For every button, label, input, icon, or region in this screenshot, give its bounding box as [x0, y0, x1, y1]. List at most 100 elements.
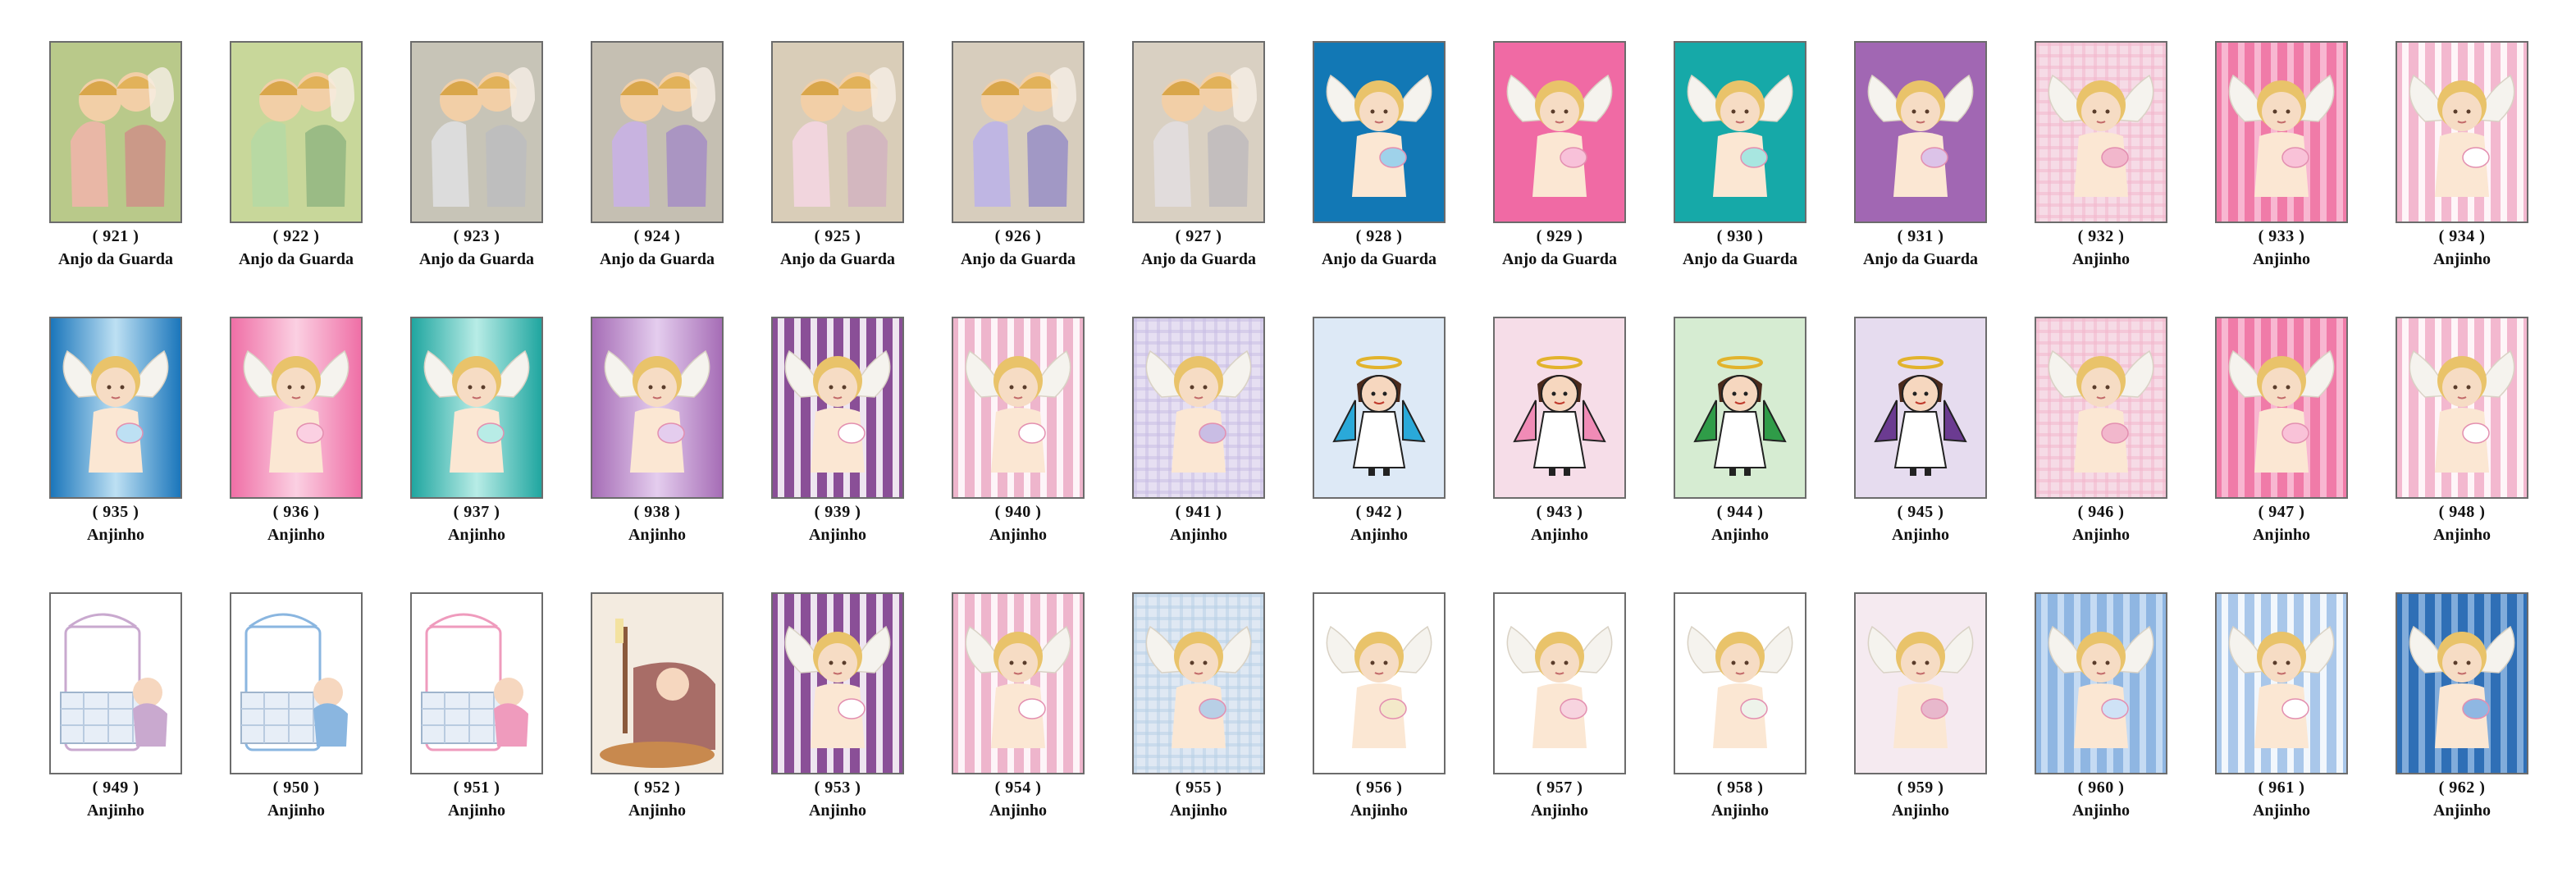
angel-image[interactable] [1854, 317, 1987, 499]
catalog-card[interactable]: ( 933 ) Anjinho [2215, 41, 2348, 268]
angel-image[interactable] [591, 41, 724, 223]
angel-image[interactable] [2396, 41, 2528, 223]
angel-image[interactable] [230, 41, 363, 223]
catalog-card[interactable]: ( 930 ) Anjo da Guarda [1674, 41, 1806, 268]
angel-image[interactable] [1674, 317, 1806, 499]
catalog-card[interactable]: ( 947 ) Anjinho [2215, 317, 2348, 544]
angel-image[interactable] [591, 592, 724, 774]
angel-image[interactable] [1854, 41, 1987, 223]
item-name: Anjinho [628, 802, 687, 820]
catalog-card[interactable]: ( 928 ) Anjo da Guarda [1313, 41, 1446, 268]
catalog-card[interactable]: ( 941 ) Anjinho [1132, 317, 1265, 544]
catalog-card[interactable]: ( 929 ) Anjo da Guarda [1493, 41, 1626, 268]
item-name: Anjinho [1710, 526, 1770, 544]
angel-image[interactable] [1493, 41, 1626, 223]
angel-image[interactable] [2396, 592, 2528, 774]
catalog-card[interactable]: ( 926 ) Anjo da Guarda [952, 41, 1085, 268]
catalog-card[interactable]: ( 950 ) Anjinho [230, 592, 363, 820]
angel-image[interactable] [2215, 592, 2348, 774]
angel-image[interactable] [1674, 592, 1806, 774]
catalog-card[interactable]: ( 946 ) Anjinho [2035, 317, 2167, 544]
item-number: ( 949 ) [92, 779, 139, 797]
angel-image[interactable] [591, 317, 724, 499]
catalog-card[interactable]: ( 927 ) Anjo da Guarda [1132, 41, 1265, 268]
angel-image[interactable] [2215, 41, 2348, 223]
catalog-card[interactable]: ( 942 ) Anjinho [1313, 317, 1446, 544]
item-number: ( 935 ) [92, 503, 139, 521]
catalog-card[interactable]: ( 936 ) Anjinho [230, 317, 363, 544]
angel-image[interactable] [1493, 317, 1626, 499]
angel-image[interactable] [1313, 41, 1446, 223]
catalog-card[interactable]: ( 943 ) Anjinho [1493, 317, 1626, 544]
angel-image[interactable] [771, 41, 904, 223]
catalog-card[interactable]: ( 956 ) Anjinho [1313, 592, 1446, 820]
catalog-card[interactable]: ( 940 ) Anjinho [952, 317, 1085, 544]
item-name: Anjinho [2071, 526, 2131, 544]
angel-image[interactable] [230, 317, 363, 499]
catalog-card[interactable]: ( 949 ) Anjinho [49, 592, 182, 820]
catalog-card[interactable]: ( 937 ) Anjinho [410, 317, 543, 544]
item-number: ( 928 ) [1355, 227, 1403, 245]
angel-image[interactable] [49, 41, 182, 223]
angel-image[interactable] [952, 317, 1085, 499]
angel-image[interactable] [2396, 317, 2528, 499]
item-number: ( 930 ) [1716, 227, 1764, 245]
angel-image[interactable] [2035, 317, 2167, 499]
catalog-card[interactable]: ( 944 ) Anjinho [1674, 317, 1806, 544]
angel-image[interactable] [2215, 317, 2348, 499]
angel-image[interactable] [2035, 592, 2167, 774]
catalog-card[interactable]: ( 962 ) Anjinho [2396, 592, 2528, 820]
angel-image[interactable] [1674, 41, 1806, 223]
angel-image[interactable] [1132, 592, 1265, 774]
catalog-card[interactable]: ( 925 ) Anjo da Guarda [771, 41, 904, 268]
catalog-card[interactable]: ( 932 ) Anjinho [2035, 41, 2167, 268]
angel-image[interactable] [952, 592, 1085, 774]
catalog-card[interactable]: ( 923 ) Anjo da Guarda [410, 41, 543, 268]
angel-image[interactable] [1854, 592, 1987, 774]
angel-image[interactable] [1493, 592, 1626, 774]
catalog-card[interactable]: ( 952 ) Anjinho [591, 592, 724, 820]
catalog-card[interactable]: ( 948 ) Anjinho [2396, 317, 2528, 544]
catalog-card[interactable]: ( 934 ) Anjinho [2396, 41, 2528, 268]
item-number: ( 959 ) [1897, 779, 1944, 797]
catalog-card[interactable]: ( 939 ) Anjinho [771, 317, 904, 544]
catalog-grid: ( 921 ) Anjo da Guarda ( 922 ) Anjo da Gua… [0, 0, 2576, 886]
angel-image[interactable] [1132, 41, 1265, 223]
item-number: ( 958 ) [1716, 779, 1764, 797]
catalog-card[interactable]: ( 957 ) Anjinho [1493, 592, 1626, 820]
angel-image[interactable] [49, 317, 182, 499]
catalog-card[interactable]: ( 961 ) Anjinho [2215, 592, 2348, 820]
catalog-card[interactable]: ( 938 ) Anjinho [591, 317, 724, 544]
angel-image[interactable] [771, 317, 904, 499]
angel-image[interactable] [1313, 317, 1446, 499]
item-name: Anjinho [808, 802, 867, 820]
catalog-card[interactable]: ( 945 ) Anjinho [1854, 317, 1987, 544]
catalog-card[interactable]: ( 924 ) Anjo da Guarda [591, 41, 724, 268]
angel-image[interactable] [410, 317, 543, 499]
catalog-card[interactable]: ( 954 ) Anjinho [952, 592, 1085, 820]
angel-image[interactable] [49, 592, 182, 774]
angel-image[interactable] [410, 41, 543, 223]
item-name: Anjinho [447, 526, 506, 544]
catalog-card[interactable]: ( 951 ) Anjinho [410, 592, 543, 820]
item-number: ( 933 ) [2258, 227, 2305, 245]
catalog-card[interactable]: ( 960 ) Anjinho [2035, 592, 2167, 820]
catalog-card[interactable]: ( 958 ) Anjinho [1674, 592, 1806, 820]
item-name: Anjinho [1350, 526, 1409, 544]
catalog-card[interactable]: ( 959 ) Anjinho [1854, 592, 1987, 820]
item-name: Anjo da Guarda [1501, 250, 1618, 268]
item-number: ( 955 ) [1175, 779, 1222, 797]
catalog-card[interactable]: ( 955 ) Anjinho [1132, 592, 1265, 820]
catalog-card[interactable]: ( 953 ) Anjinho [771, 592, 904, 820]
catalog-card[interactable]: ( 935 ) Anjinho [49, 317, 182, 544]
angel-image[interactable] [952, 41, 1085, 223]
angel-image[interactable] [2035, 41, 2167, 223]
angel-image[interactable] [1313, 592, 1446, 774]
angel-image[interactable] [1132, 317, 1265, 499]
angel-image[interactable] [771, 592, 904, 774]
angel-image[interactable] [230, 592, 363, 774]
catalog-card[interactable]: ( 922 ) Anjo da Guarda [230, 41, 363, 268]
catalog-card[interactable]: ( 931 ) Anjo da Guarda [1854, 41, 1987, 268]
angel-image[interactable] [410, 592, 543, 774]
catalog-card[interactable]: ( 921 ) Anjo da Guarda [49, 41, 182, 268]
